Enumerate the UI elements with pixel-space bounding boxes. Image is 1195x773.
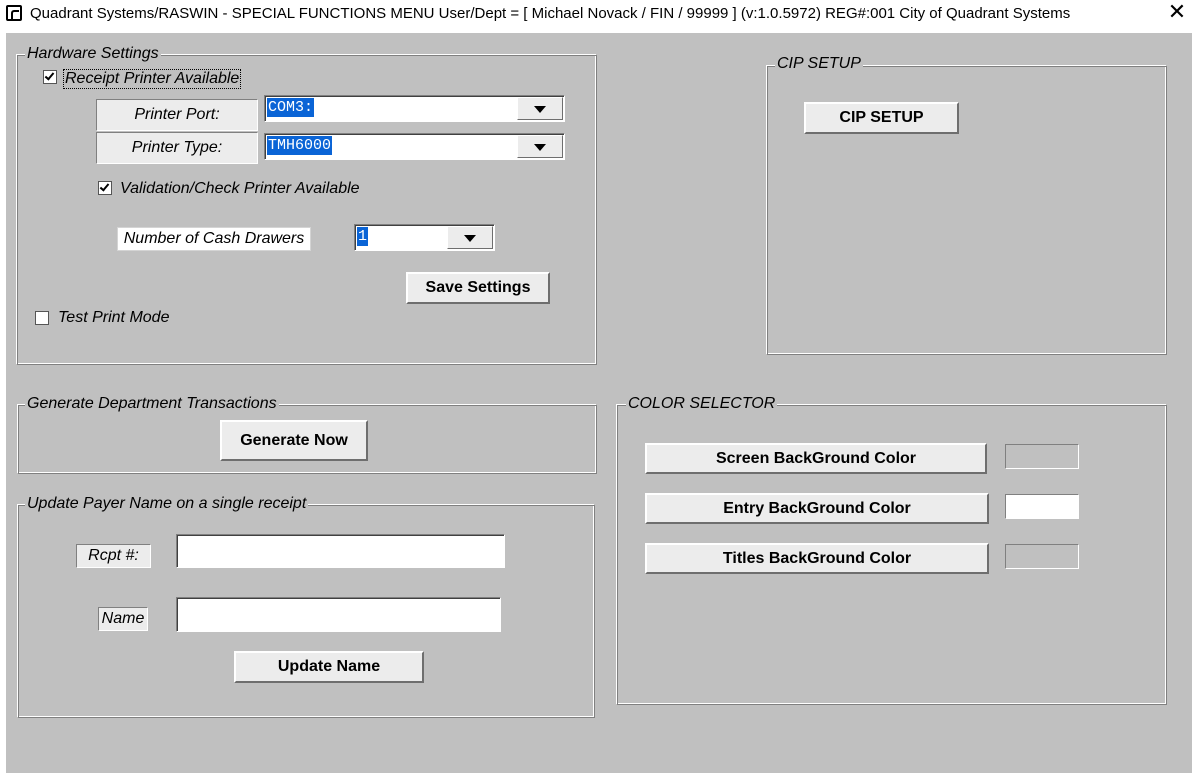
- test-print-mode-label[interactable]: Test Print Mode: [58, 309, 169, 327]
- titles-background-color-swatch: [1005, 544, 1079, 569]
- rcpt-number-label: Rcpt #:: [76, 544, 151, 568]
- rcpt-number-input[interactable]: [176, 534, 505, 568]
- entry-background-color-button[interactable]: Entry BackGround Color: [645, 493, 989, 524]
- color-selector-legend: COLOR SELECTOR: [626, 395, 778, 413]
- cash-drawers-select[interactable]: 1: [354, 224, 495, 251]
- printer-type-dropdown-button[interactable]: [517, 135, 563, 158]
- checkmark-icon: [44, 70, 55, 81]
- save-settings-button[interactable]: Save Settings: [406, 272, 550, 304]
- window-title: Quadrant Systems/RASWIN - SPECIAL FUNCTI…: [30, 5, 1071, 22]
- printer-port-label: Printer Port:: [96, 99, 258, 131]
- printer-type-select[interactable]: TMH6000: [264, 133, 565, 160]
- screen-background-color-swatch: [1005, 444, 1079, 469]
- generate-now-button[interactable]: Generate Now: [220, 420, 368, 461]
- printer-port-dropdown-button[interactable]: [517, 97, 563, 120]
- entry-background-color-swatch: [1005, 494, 1079, 519]
- test-print-mode-checkbox[interactable]: [35, 311, 49, 325]
- printer-type-value: TMH6000: [267, 136, 333, 155]
- title-bar: Quadrant Systems/RASWIN - SPECIAL FUNCTI…: [0, 0, 1195, 30]
- generate-transactions-legend: Generate Department Transactions: [25, 395, 279, 413]
- close-icon[interactable]: ✕: [1162, 0, 1192, 28]
- cash-drawers-label: Number of Cash Drawers: [117, 227, 311, 251]
- printer-port-value: COM3:: [267, 98, 315, 117]
- payer-name-input[interactable]: [176, 597, 501, 632]
- chevron-down-icon: [464, 234, 476, 242]
- hardware-settings-legend: Hardware Settings: [25, 45, 161, 63]
- update-name-button[interactable]: Update Name: [234, 651, 424, 683]
- chevron-down-icon: [534, 105, 546, 113]
- printer-type-label: Printer Type:: [96, 132, 258, 164]
- cash-drawers-value: 1: [357, 227, 369, 246]
- chevron-down-icon: [534, 143, 546, 151]
- receipt-printer-label[interactable]: Receipt Printer Available: [63, 69, 242, 89]
- raswin-app-icon[interactable]: [6, 5, 22, 21]
- receipt-printer-checkbox[interactable]: [43, 70, 57, 84]
- screen-background-color-button[interactable]: Screen BackGround Color: [645, 443, 987, 474]
- printer-port-select[interactable]: COM3:: [264, 95, 565, 122]
- update-payer-legend: Update Payer Name on a single receipt: [25, 495, 309, 513]
- checkmark-icon: [99, 181, 110, 192]
- validation-printer-label[interactable]: Validation/Check Printer Available: [120, 180, 360, 198]
- special-functions-form: Hardware Settings Receipt Printer Availa…: [6, 33, 1192, 773]
- validation-printer-checkbox[interactable]: [98, 181, 112, 195]
- titles-background-color-button[interactable]: Titles BackGround Color: [645, 543, 989, 574]
- cash-drawers-dropdown-button[interactable]: [447, 226, 493, 249]
- cip-setup-legend: CIP SETUP: [775, 55, 863, 73]
- name-label: Name: [98, 607, 148, 631]
- cip-setup-button[interactable]: CIP SETUP: [804, 102, 959, 134]
